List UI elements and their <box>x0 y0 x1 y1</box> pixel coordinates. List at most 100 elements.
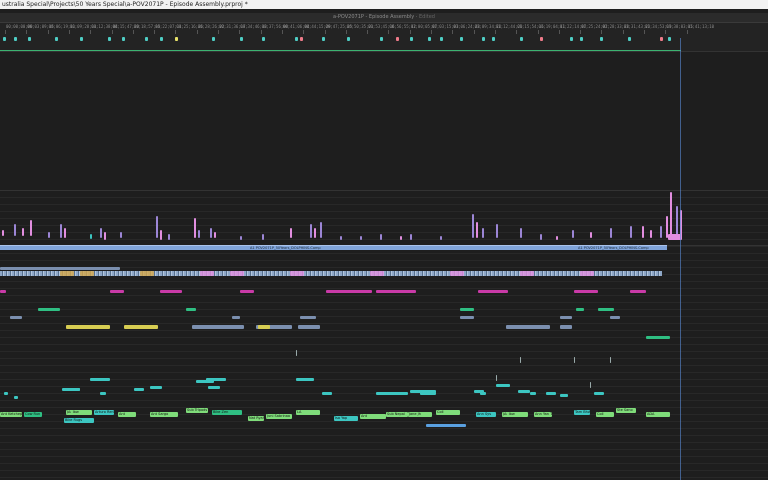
video-clip[interactable] <box>100 228 102 238</box>
graphics-clip[interactable]: Ann Sys <box>476 412 496 417</box>
sequence-marker[interactable] <box>347 37 350 41</box>
video-clip[interactable] <box>496 224 498 238</box>
sequence-marker[interactable] <box>300 37 303 41</box>
sequence-marker[interactable] <box>160 37 163 41</box>
graphics-clip[interactable]: Sub Tripods <box>186 408 208 413</box>
graphics-clip[interactable]: Ann Yan Tan <box>534 412 552 417</box>
graphics-clip[interactable]: Sub Nepal <box>386 412 408 417</box>
audio-clip-slate[interactable] <box>232 316 240 319</box>
graphics-clip[interactable]: Bike Rugs <box>64 418 94 423</box>
sequence-marker[interactable] <box>212 37 215 41</box>
video-clip[interactable] <box>64 228 66 238</box>
audio-clip-magenta[interactable] <box>574 290 598 293</box>
work-area-bar[interactable] <box>0 50 681 51</box>
sequence-marker[interactable] <box>492 37 495 41</box>
playhead[interactable] <box>680 38 681 480</box>
sequence-marker[interactable] <box>410 37 413 41</box>
audio-clip[interactable] <box>124 325 158 329</box>
sequence-marker[interactable] <box>14 37 17 41</box>
video-clip[interactable] <box>262 234 264 240</box>
sequence-marker[interactable] <box>122 37 125 41</box>
audio-clip-slate[interactable] <box>300 316 316 319</box>
video-clip[interactable] <box>472 214 474 238</box>
video-clip[interactable] <box>120 232 122 238</box>
video-clip[interactable] <box>104 232 106 240</box>
audio-clip-highlight[interactable] <box>450 271 464 276</box>
audio-clip[interactable] <box>66 325 110 329</box>
video-clip[interactable] <box>210 228 212 238</box>
audio-clip[interactable] <box>0 267 120 270</box>
video-clip[interactable] <box>48 232 50 238</box>
audio-clip-highlight[interactable] <box>200 271 214 276</box>
graphics-clip[interactable] <box>134 388 144 391</box>
video-clip[interactable] <box>194 218 196 238</box>
audio-clip-highlight[interactable] <box>230 271 244 276</box>
audio-clip-magenta[interactable] <box>326 290 372 293</box>
graphics-clip[interactable] <box>4 392 8 395</box>
video-clip[interactable] <box>310 224 312 238</box>
video-clip[interactable] <box>476 222 478 238</box>
video-clip[interactable] <box>540 234 542 240</box>
graphics-clip[interactable] <box>376 392 408 395</box>
audio-clip[interactable] <box>258 325 270 329</box>
video-clip[interactable] <box>572 230 574 238</box>
sequence-marker[interactable] <box>55 37 58 41</box>
graphics-clip[interactable]: Ant <box>118 412 136 417</box>
video-clip[interactable] <box>642 226 644 238</box>
graphics-clip[interactable]: Coll <box>596 412 614 417</box>
video-clip[interactable] <box>160 230 162 240</box>
video-clip[interactable] <box>650 230 652 238</box>
audio-clip-highlight[interactable] <box>580 271 594 276</box>
video-clip[interactable] <box>240 236 242 240</box>
graphics-clip[interactable]: JA: Ibw <box>66 410 92 415</box>
video-clip[interactable] <box>90 234 92 239</box>
graphics-clip[interactable]: LA <box>296 410 320 415</box>
graphics-clip[interactable]: Isa Yap <box>334 416 358 421</box>
graphics-clip[interactable] <box>322 392 332 395</box>
sequence-marker[interactable] <box>295 37 298 41</box>
audio-clip-highlight[interactable] <box>80 271 94 276</box>
video-clip[interactable] <box>30 220 32 236</box>
audio-clip-highlight[interactable] <box>60 271 74 276</box>
video-clip[interactable] <box>156 216 158 238</box>
graphics-clip[interactable]: Arturo Rennels <box>94 410 114 415</box>
audio-clip[interactable] <box>0 271 662 276</box>
graphics-clip[interactable] <box>14 396 18 399</box>
graphics-clip[interactable]: ADA <box>646 412 670 417</box>
sequence-marker[interactable] <box>3 37 6 41</box>
video-clip[interactable] <box>610 228 612 238</box>
audio-clip-magenta[interactable] <box>160 290 182 293</box>
graphics-clip[interactable] <box>560 394 568 397</box>
graphics-clip[interactable]: Coll <box>436 410 460 415</box>
sequence-marker[interactable] <box>460 37 463 41</box>
sequence-marker[interactable] <box>80 37 83 41</box>
graphics-clip[interactable]: JA: Ibw <box>502 412 528 417</box>
graphics-clip[interactable]: Bike Zen <box>212 410 242 415</box>
graphics-clip[interactable] <box>420 392 436 395</box>
audio-clip-slate[interactable] <box>10 316 22 319</box>
sequence-marker[interactable] <box>108 37 111 41</box>
audio-clip-slate[interactable] <box>560 316 572 319</box>
audio-clip-slate[interactable] <box>610 316 620 319</box>
video-clip[interactable] <box>556 236 558 240</box>
sequence-marker[interactable] <box>175 37 178 41</box>
graphics-clip[interactable]: Ant <box>360 414 386 419</box>
video-clip[interactable] <box>290 228 292 238</box>
graphics-clip[interactable]: Nat Ryan <box>248 416 264 421</box>
audio-clip[interactable] <box>560 325 572 329</box>
audio-clip-green[interactable] <box>598 308 614 311</box>
graphics-clip[interactable]: Tam Bhwa <box>574 410 590 415</box>
audio-clip-magenta[interactable] <box>110 290 124 293</box>
sequence-marker[interactable] <box>482 37 485 41</box>
audio-clip[interactable] <box>298 325 320 329</box>
graphics-clip[interactable] <box>70 388 80 391</box>
graphics-clip[interactable] <box>100 392 106 395</box>
audio-clip[interactable] <box>536 325 548 329</box>
sequence-tab[interactable]: a-POV2071P - Episode Assembly · Edited <box>0 13 768 23</box>
audio-clip-magenta[interactable] <box>0 290 6 293</box>
video-clip[interactable] <box>214 232 216 238</box>
time-ruler[interactable]: 00;00;00;00 00;03;09;15 00;06;19;11 00;09;2… <box>0 23 768 52</box>
sequence-marker[interactable] <box>396 37 399 41</box>
audio-clip-magenta[interactable] <box>240 290 254 293</box>
video-clip[interactable] <box>198 230 200 238</box>
